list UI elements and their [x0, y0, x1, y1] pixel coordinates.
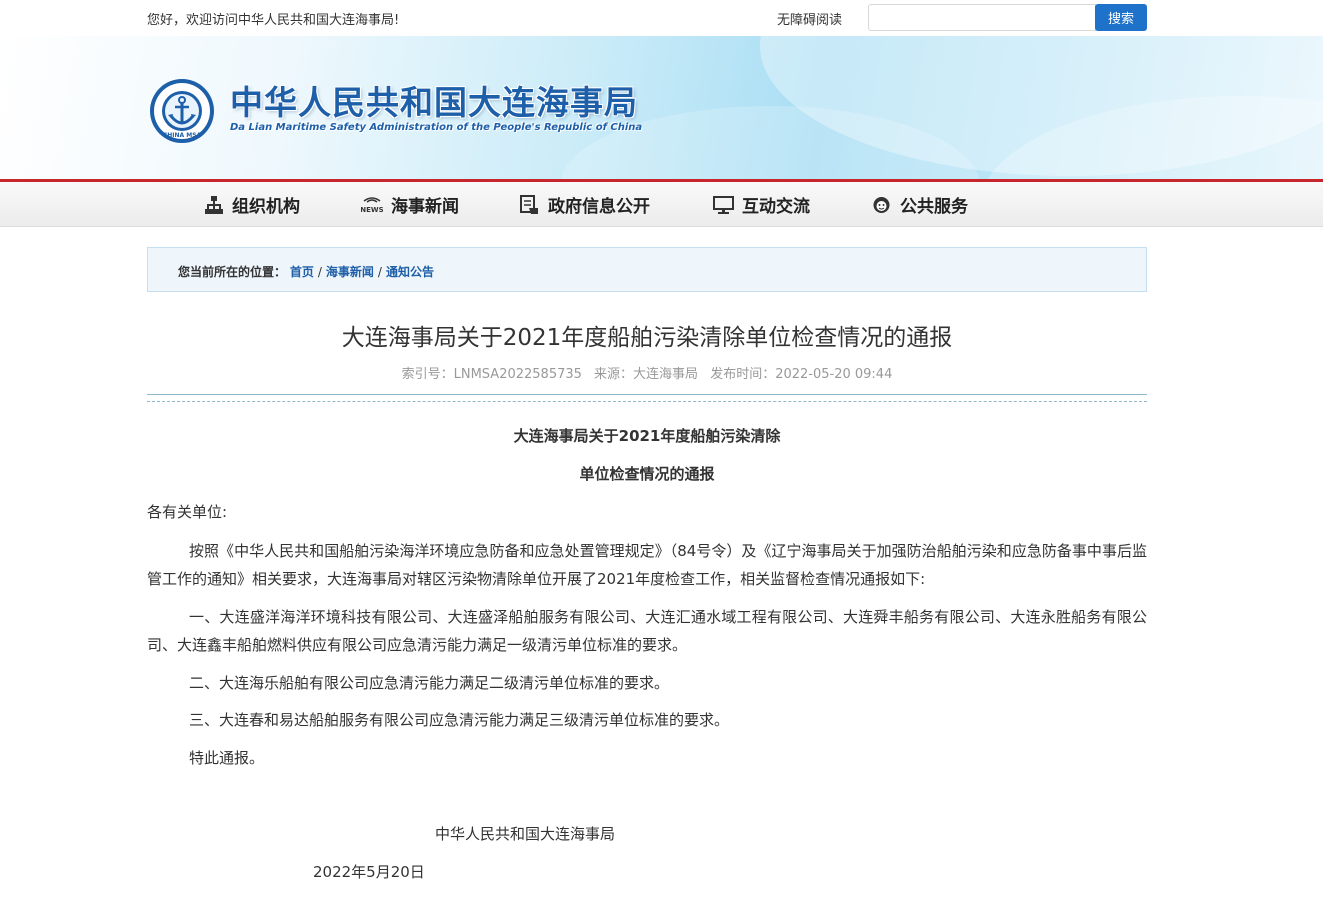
msa-logo-icon: CHINA MSA: [150, 79, 214, 143]
nav-item-organization[interactable]: 组织机构: [204, 192, 300, 217]
news-icon: NEWS: [361, 196, 383, 214]
nav-label: 互动交流: [742, 197, 810, 217]
site-title-english: Da Lian Maritime Safety Administration o…: [230, 122, 643, 133]
main-nav: 组织机构 NEWS 海事新闻 政府信息公开 互动交流 公共服务: [0, 179, 1323, 227]
article-index: 索引号：LNMSA2022585735: [401, 367, 582, 382]
article-title: 大连海事局关于2021年度船舶污染清除单位检查情况的通报: [341, 325, 953, 351]
paragraph: 特此通报。: [189, 749, 265, 767]
signature-date: 2022年5月20日: [313, 863, 425, 881]
salutation: 各有关单位:: [147, 503, 228, 521]
breadcrumb: 您当前所在的位置： 首页 / 海事新闻 / 通知公告: [147, 247, 1147, 292]
breadcrumb-news[interactable]: 海事新闻: [326, 265, 374, 279]
nav-label: 政府信息公开: [548, 197, 650, 217]
article-date: 发布时间：2022-05-20 09:44: [710, 367, 893, 382]
paragraph: 按照《中华人民共和国船舶污染海洋环境应急防备和应急处置管理规定》（84号令）及《…: [147, 542, 1147, 588]
breadcrumb-home[interactable]: 首页: [290, 265, 314, 279]
signature: 中华人民共和国大连海事局: [435, 825, 616, 843]
site-title: 中华人民共和国大连海事局: [230, 83, 638, 122]
nav-item-news[interactable]: NEWS 海事新闻: [361, 192, 459, 217]
breadcrumb-separator: /: [317, 265, 322, 279]
top-bar: 您好，欢迎访问中华人民共和国大连海事局! 无障碍阅读 搜索: [0, 0, 1323, 36]
nav-item-interaction[interactable]: 互动交流: [713, 192, 810, 217]
monitor-icon: [713, 195, 734, 214]
divider: [147, 394, 1147, 395]
nav-item-gov-info[interactable]: 政府信息公开: [519, 192, 650, 217]
breadcrumb-label: 您当前所在的位置：: [178, 265, 287, 279]
divider: [147, 401, 1147, 402]
paragraph: 一、大连盛洋海洋环境科技有限公司、大连盛泽船舶服务有限公司、大连汇通水域工程有限…: [147, 608, 1147, 654]
svg-text:NEWS: NEWS: [361, 206, 383, 214]
logo-badge-text: CHINA MSA: [163, 132, 202, 139]
nav-item-public-service[interactable]: 公共服务: [871, 192, 968, 217]
breadcrumb-notices[interactable]: 通知公告: [386, 265, 434, 279]
support-icon: [873, 196, 890, 213]
nav-label: 组织机构: [232, 197, 300, 217]
org-chart-icon: [205, 195, 223, 214]
document-hand-icon: [520, 194, 538, 214]
search-input[interactable]: [868, 4, 1096, 31]
paragraph: 二、大连海乐船舶有限公司应急清污能力满足二级清污单位标准的要求。: [189, 674, 670, 692]
article-heading: 单位检查情况的通报: [579, 465, 715, 483]
breadcrumb-separator: /: [377, 265, 382, 279]
nav-label: 公共服务: [900, 197, 968, 217]
paragraph: 三、大连春和易达船舶服务有限公司应急清污能力满足三级清污单位标准的要求。: [189, 711, 730, 729]
search-button[interactable]: 搜索: [1095, 4, 1147, 31]
accessibility-link[interactable]: 无障碍阅读: [777, 9, 842, 28]
article-source: 来源：大连海事局: [594, 367, 699, 382]
nav-label: 海事新闻: [391, 197, 459, 217]
article-heading: 大连海事局关于2021年度船舶污染清除: [513, 427, 781, 445]
header-banner: CHINA MSA 中华人民共和国大连海事局 Da Lian Maritime …: [0, 36, 1323, 179]
article-meta: 索引号：LNMSA2022585735 来源：大连海事局 发布时间：2022-0…: [147, 363, 1147, 382]
welcome-text: 您好，欢迎访问中华人民共和国大连海事局!: [147, 13, 400, 28]
